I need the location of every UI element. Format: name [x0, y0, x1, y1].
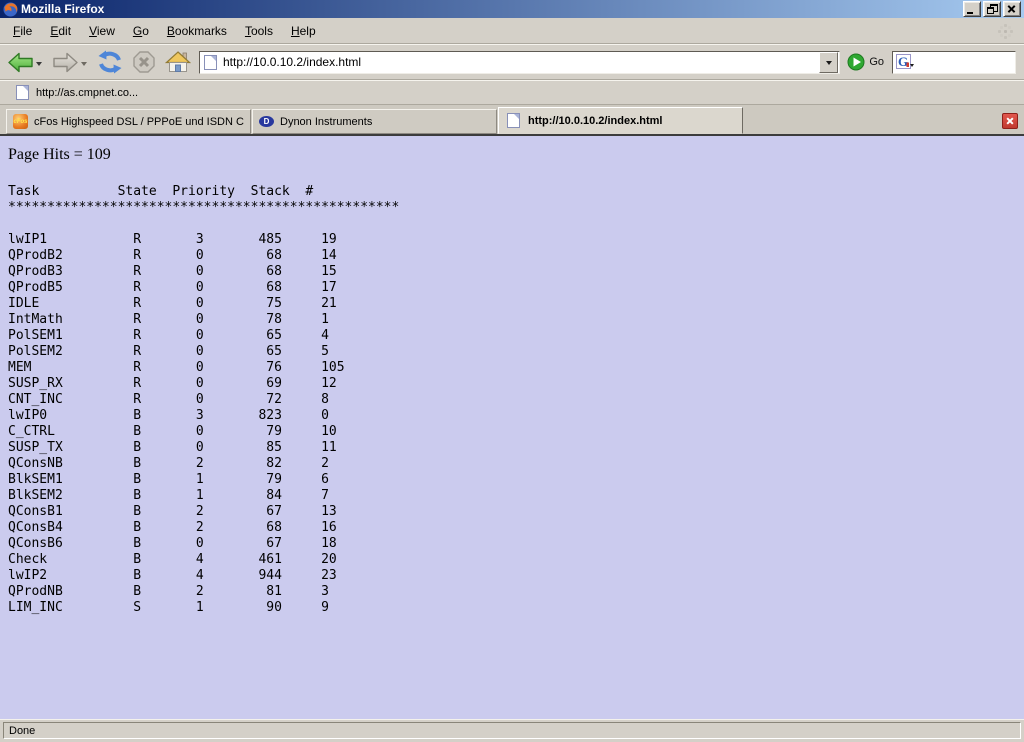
tab-bar: cFos cFos Highspeed DSL / PPPoE und ISDN …	[0, 105, 1024, 136]
menu-help[interactable]: Help	[282, 21, 325, 41]
bookmark-item[interactable]: http://as.cmpnet.co...	[10, 83, 144, 102]
stop-button[interactable]	[131, 49, 157, 75]
status-bar: Done	[0, 719, 1024, 742]
task-table: Task State Priority Stack # ************…	[8, 184, 1016, 616]
tab[interactable]: D Dynon Instruments	[252, 109, 497, 134]
home-button[interactable]	[164, 49, 192, 75]
close-button[interactable]	[1003, 1, 1021, 17]
page-icon	[16, 85, 29, 100]
address-input[interactable]	[223, 55, 817, 69]
google-icon[interactable]: G	[896, 54, 913, 70]
stop-icon	[132, 50, 156, 74]
page-hits-text: Page Hits = 109	[8, 146, 1016, 164]
tab-label: cFos Highspeed DSL / PPPoE und ISDN CAP.…	[34, 116, 244, 128]
menu-view[interactable]: View	[80, 21, 124, 41]
title-bar: Mozilla Firefox	[0, 0, 1024, 18]
restore-button[interactable]	[983, 1, 1001, 17]
tab-label: http://10.0.10.2/index.html	[528, 115, 662, 127]
address-bar[interactable]	[199, 51, 840, 74]
firefox-logo-icon	[3, 2, 18, 17]
menu-bookmarks[interactable]: Bookmarks	[158, 21, 236, 41]
tab[interactable]: http://10.0.10.2/index.html	[498, 107, 743, 134]
tabs-container: cFos cFos Highspeed DSL / PPPoE und ISDN …	[6, 105, 744, 134]
back-arrow-icon	[7, 51, 34, 74]
search-input[interactable]	[916, 55, 1015, 69]
menu-go[interactable]: Go	[124, 21, 158, 41]
page-favicon-icon	[507, 113, 520, 128]
go-label: Go	[869, 56, 884, 68]
forward-arrow-icon	[52, 51, 79, 74]
menu-file[interactable]: File	[4, 21, 41, 41]
close-tab-button[interactable]	[1002, 113, 1018, 129]
cfos-favicon-icon: cFos	[13, 114, 28, 129]
navigation-toolbar: Go G	[0, 44, 1024, 80]
search-engine-dropdown-icon	[910, 64, 914, 69]
dynon-favicon-icon: D	[259, 116, 274, 127]
home-icon	[165, 50, 191, 74]
status-text: Done	[9, 725, 35, 737]
window-controls	[963, 1, 1021, 17]
page-content: Page Hits = 109 Task State Priority Stac…	[0, 136, 1024, 719]
throbber-icon	[996, 22, 1014, 40]
menu-bar: FileEditViewGoBookmarksToolsHelp	[0, 18, 1024, 44]
window-title: Mozilla Firefox	[21, 2, 104, 16]
status-field: Done	[3, 722, 1021, 739]
forward-button[interactable]	[51, 50, 80, 75]
back-button[interactable]	[6, 50, 35, 75]
chevron-down-icon	[826, 61, 832, 68]
go-icon	[847, 53, 865, 71]
minimize-button[interactable]	[963, 1, 981, 17]
menu-bar-items: FileEditViewGoBookmarksToolsHelp	[4, 21, 325, 41]
firefox-window: Mozilla Firefox FileEditViewGoBookmarksT…	[0, 0, 1024, 742]
tab[interactable]: cFos cFos Highspeed DSL / PPPoE und ISDN …	[6, 109, 251, 134]
menu-edit[interactable]: Edit	[41, 21, 80, 41]
address-dropdown-button[interactable]	[819, 52, 838, 73]
reload-icon	[97, 50, 123, 74]
search-bar[interactable]: G	[892, 51, 1016, 74]
back-dropdown-button[interactable]	[36, 62, 42, 69]
bookmark-label: http://as.cmpnet.co...	[36, 87, 138, 99]
reload-button[interactable]	[96, 49, 124, 75]
forward-dropdown-button[interactable]	[81, 62, 87, 69]
bookmarks-toolbar: http://as.cmpnet.co...	[0, 80, 1024, 105]
tab-label: Dynon Instruments	[280, 116, 372, 128]
page-icon	[204, 55, 217, 70]
menu-tools[interactable]: Tools	[236, 21, 282, 41]
go-button[interactable]: Go	[847, 53, 892, 71]
